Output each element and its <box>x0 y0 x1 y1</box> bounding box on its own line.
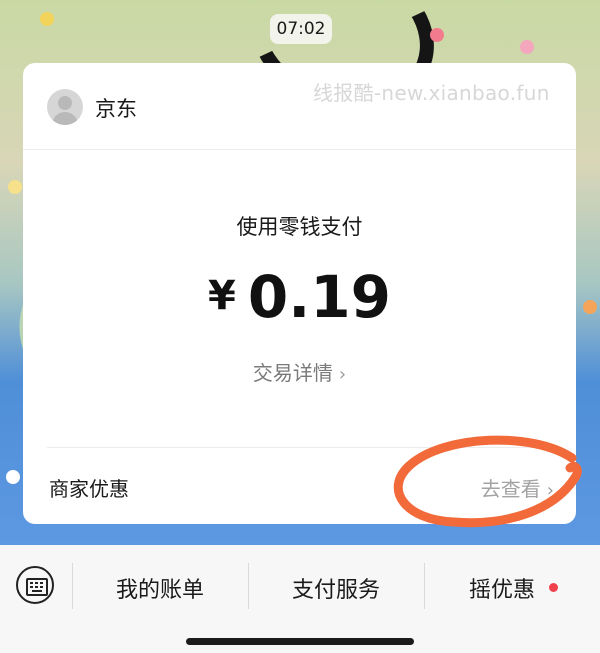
wallpaper-flower <box>520 40 534 54</box>
wallpaper-flower <box>583 300 597 314</box>
payment-services-button[interactable]: 支付服务 <box>258 572 414 604</box>
keyboard-icon[interactable] <box>16 566 54 604</box>
chevron-right-icon: › <box>338 364 347 385</box>
payment-amount: ¥0.19 <box>23 263 576 331</box>
wallpaper-flower <box>430 28 444 42</box>
amount-value: 0.19 <box>247 263 391 331</box>
notification-badge <box>549 583 558 592</box>
currency-symbol: ¥ <box>208 273 236 319</box>
transaction-details-link[interactable]: 交易详情 › <box>23 357 576 386</box>
toolbar-divider <box>248 563 249 609</box>
wallpaper-flower <box>40 12 54 26</box>
home-indicator[interactable] <box>186 638 414 645</box>
annotation-circle <box>393 435 582 528</box>
merchant-promo-label: 商家优惠 <box>49 477 129 501</box>
payment-method-label: 使用零钱支付 <box>236 215 363 239</box>
wallpaper-flower <box>8 180 22 194</box>
avatar-placeholder-icon <box>47 89 83 125</box>
bottom-toolbar: 我的账单 支付服务 摇优惠 <box>0 545 600 653</box>
watermark-text: 线报酷-new.xianbao.fun <box>313 81 550 105</box>
transaction-details-label: 交易详情 <box>252 361 333 385</box>
status-time: 07:02 <box>270 14 332 44</box>
header-divider <box>23 149 576 150</box>
wallpaper-flower <box>6 470 20 484</box>
toolbar-divider <box>72 563 73 609</box>
toolbar-divider <box>424 563 425 609</box>
my-bills-button[interactable]: 我的账单 <box>82 572 238 604</box>
merchant-name: 京东 <box>95 97 137 121</box>
merchant-row[interactable]: 京东 线报酷-new.xianbao.fun <box>23 63 576 149</box>
